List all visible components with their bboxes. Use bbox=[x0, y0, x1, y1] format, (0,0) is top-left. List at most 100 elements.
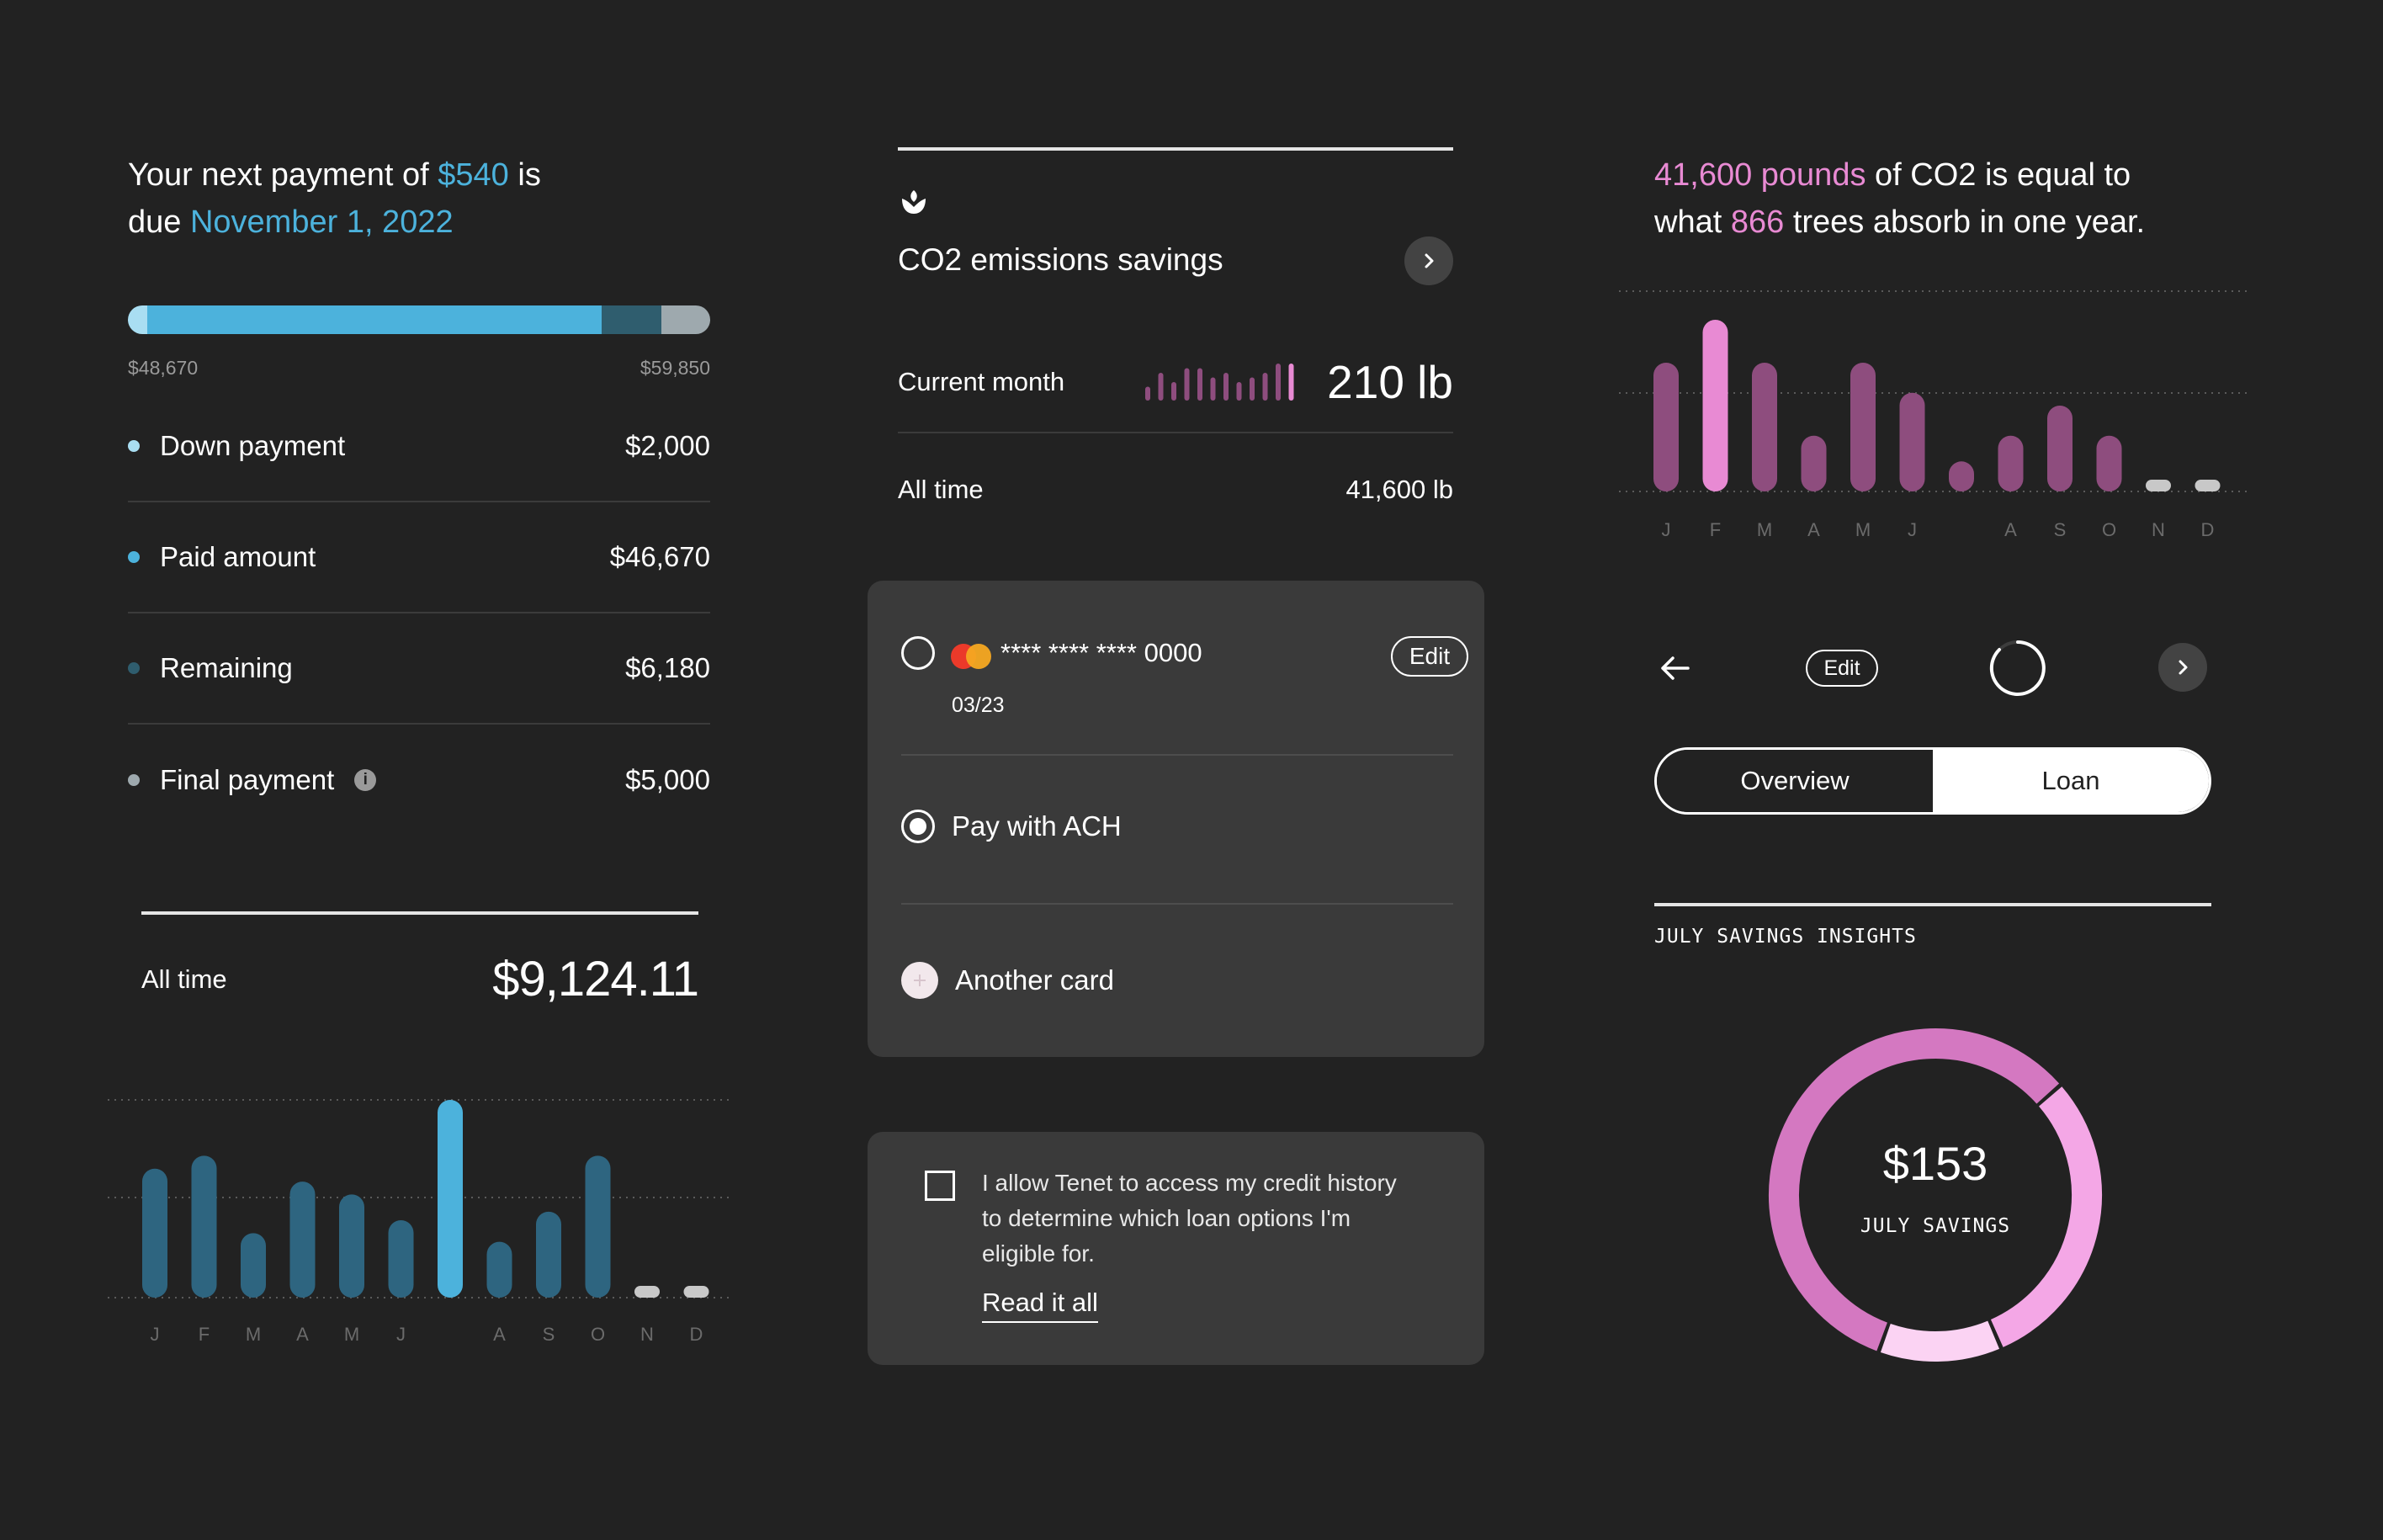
row-label: Final payment bbox=[160, 764, 335, 795]
chart-bar-empty bbox=[2146, 480, 2171, 491]
co2-pounds: 41,600 pounds bbox=[1654, 157, 1866, 193]
co2-alltime-row: All time 41,600 lb bbox=[898, 456, 1453, 523]
edit-card-button[interactable]: Edit bbox=[1391, 636, 1468, 677]
chart-bar bbox=[339, 1194, 364, 1298]
ach-radio[interactable] bbox=[901, 810, 935, 843]
month-tick-label: M bbox=[246, 1324, 261, 1345]
month-tick-label: N bbox=[640, 1324, 654, 1345]
consent-line: to determine which loan options I'm bbox=[982, 1205, 1351, 1231]
chart-bar-empty bbox=[634, 1286, 660, 1298]
sparkline-bar bbox=[1262, 373, 1268, 401]
heading-prefix: Your next payment of bbox=[128, 157, 429, 193]
progress-segment bbox=[128, 305, 148, 334]
read-it-all-link[interactable]: Read it all bbox=[982, 1288, 1098, 1323]
heading-text: what bbox=[1654, 204, 1722, 240]
saved-card-option[interactable]: **** **** **** 0000 03/23 Edit bbox=[901, 636, 1468, 729]
sparkline-bar bbox=[1223, 373, 1229, 401]
loan-progress-bar bbox=[128, 305, 710, 334]
chart-bar bbox=[585, 1155, 611, 1298]
progress-segment bbox=[601, 305, 662, 334]
chart-bar-empty bbox=[2195, 480, 2221, 491]
chart-bar-empty bbox=[683, 1286, 709, 1298]
view-toggle: Overview Loan bbox=[1654, 747, 2211, 815]
consent-line: I allow Tenet to access my credit histor… bbox=[982, 1170, 1397, 1196]
month-tick-label: A bbox=[296, 1324, 309, 1345]
divider bbox=[898, 147, 1453, 151]
chart-bar bbox=[289, 1182, 316, 1298]
month-tick-label: S bbox=[543, 1324, 555, 1345]
next-payment-heading: Your next payment of $540 is due Novembe… bbox=[128, 151, 633, 246]
consent-checkbox[interactable] bbox=[925, 1171, 955, 1201]
progress-min-label: $48,670 bbox=[128, 357, 199, 379]
arrow-left-icon[interactable] bbox=[1656, 650, 1693, 687]
consent-line: eligible for. bbox=[982, 1240, 1095, 1267]
month-tick-label: J bbox=[1908, 519, 1917, 540]
co2-alltime-label: All time bbox=[898, 475, 984, 504]
divider bbox=[901, 903, 1453, 905]
chart-bar bbox=[536, 1211, 561, 1298]
month-tick-label: M bbox=[1855, 519, 1871, 540]
tab-loan[interactable]: Loan bbox=[1933, 750, 2209, 812]
co2-alltime-value: 41,600 lb bbox=[1345, 475, 1453, 504]
month-tick-label: S bbox=[2054, 519, 2067, 540]
sparkline-bar bbox=[1288, 364, 1294, 401]
chart-bar bbox=[2096, 435, 2122, 491]
chart-bar bbox=[1899, 392, 1925, 491]
sparkline-bar bbox=[1171, 382, 1177, 401]
legend-dot bbox=[128, 662, 140, 674]
chart-bar bbox=[191, 1155, 217, 1298]
progress-segment bbox=[661, 305, 710, 334]
donut-amount: $153 bbox=[1882, 1137, 1988, 1190]
another-card-option[interactable]: Another card bbox=[901, 962, 1114, 999]
ach-option[interactable]: Pay with ACH bbox=[901, 810, 1122, 843]
co2-details-button[interactable] bbox=[1404, 236, 1453, 285]
chart-bar bbox=[142, 1168, 167, 1298]
divider bbox=[901, 754, 1453, 756]
month-tick-label: M bbox=[1757, 519, 1772, 540]
month-tick-label: J bbox=[396, 1324, 406, 1345]
sparkline-bar bbox=[1145, 386, 1151, 401]
co2-current-month-row: Current month 210 lb bbox=[898, 332, 1453, 433]
month-tick-label: F bbox=[199, 1324, 210, 1345]
edit-button[interactable]: Edit bbox=[1806, 650, 1878, 687]
loading-spinner-icon bbox=[1989, 640, 2046, 696]
tab-overview[interactable]: Overview bbox=[1657, 750, 1933, 812]
month-tick-label: A bbox=[493, 1324, 506, 1345]
alltime-value: $9,124.11 bbox=[492, 952, 699, 1006]
month-tick-label: F bbox=[1710, 519, 1721, 540]
chart-bar bbox=[1850, 363, 1876, 491]
chart-bar bbox=[2047, 406, 2073, 491]
row-value: $46,670 bbox=[609, 541, 710, 572]
sparkline-bar bbox=[1184, 368, 1190, 401]
leaf-icon bbox=[902, 190, 926, 214]
month-tick-label: D bbox=[690, 1324, 703, 1345]
card-expiry: 03/23 bbox=[952, 693, 1005, 717]
divider bbox=[141, 911, 698, 915]
card-radio[interactable] bbox=[901, 636, 935, 670]
donut-caption: JULY SAVINGS bbox=[1860, 1215, 2011, 1237]
month-tick-label: O bbox=[2102, 519, 2116, 540]
card-number: **** **** **** 0000 bbox=[1000, 638, 1202, 667]
co2-sparkline bbox=[1145, 364, 1294, 401]
row-label: Down payment bbox=[160, 430, 346, 461]
sparkline-bar bbox=[1197, 368, 1203, 401]
sparkline-bar bbox=[1250, 377, 1255, 401]
chart-bar bbox=[388, 1220, 414, 1298]
co2-monthly-chart: JFMAMJASOND bbox=[1619, 290, 2250, 540]
savings-donut-chart bbox=[1769, 1028, 2102, 1362]
row-value: $2,000 bbox=[625, 430, 710, 461]
current-month-label: Current month bbox=[898, 367, 1065, 396]
payment-due-date: November 1, 2022 bbox=[189, 204, 454, 240]
info-icon[interactable]: i bbox=[354, 769, 377, 791]
month-tick-label: N bbox=[2152, 519, 2165, 540]
radio-selected-dot bbox=[910, 818, 926, 835]
legend-dot bbox=[128, 551, 140, 563]
progress-labels: $48,670 $59,850 bbox=[128, 357, 710, 380]
mastercard-icon bbox=[951, 644, 991, 669]
chart-bar bbox=[1801, 435, 1827, 491]
donut-segment bbox=[1880, 1320, 2000, 1362]
co2-title: CO2 emissions savings bbox=[898, 242, 1223, 277]
next-button[interactable] bbox=[2158, 643, 2207, 692]
month-tick-label: A bbox=[2004, 519, 2017, 540]
chart-bar bbox=[1653, 363, 1679, 491]
